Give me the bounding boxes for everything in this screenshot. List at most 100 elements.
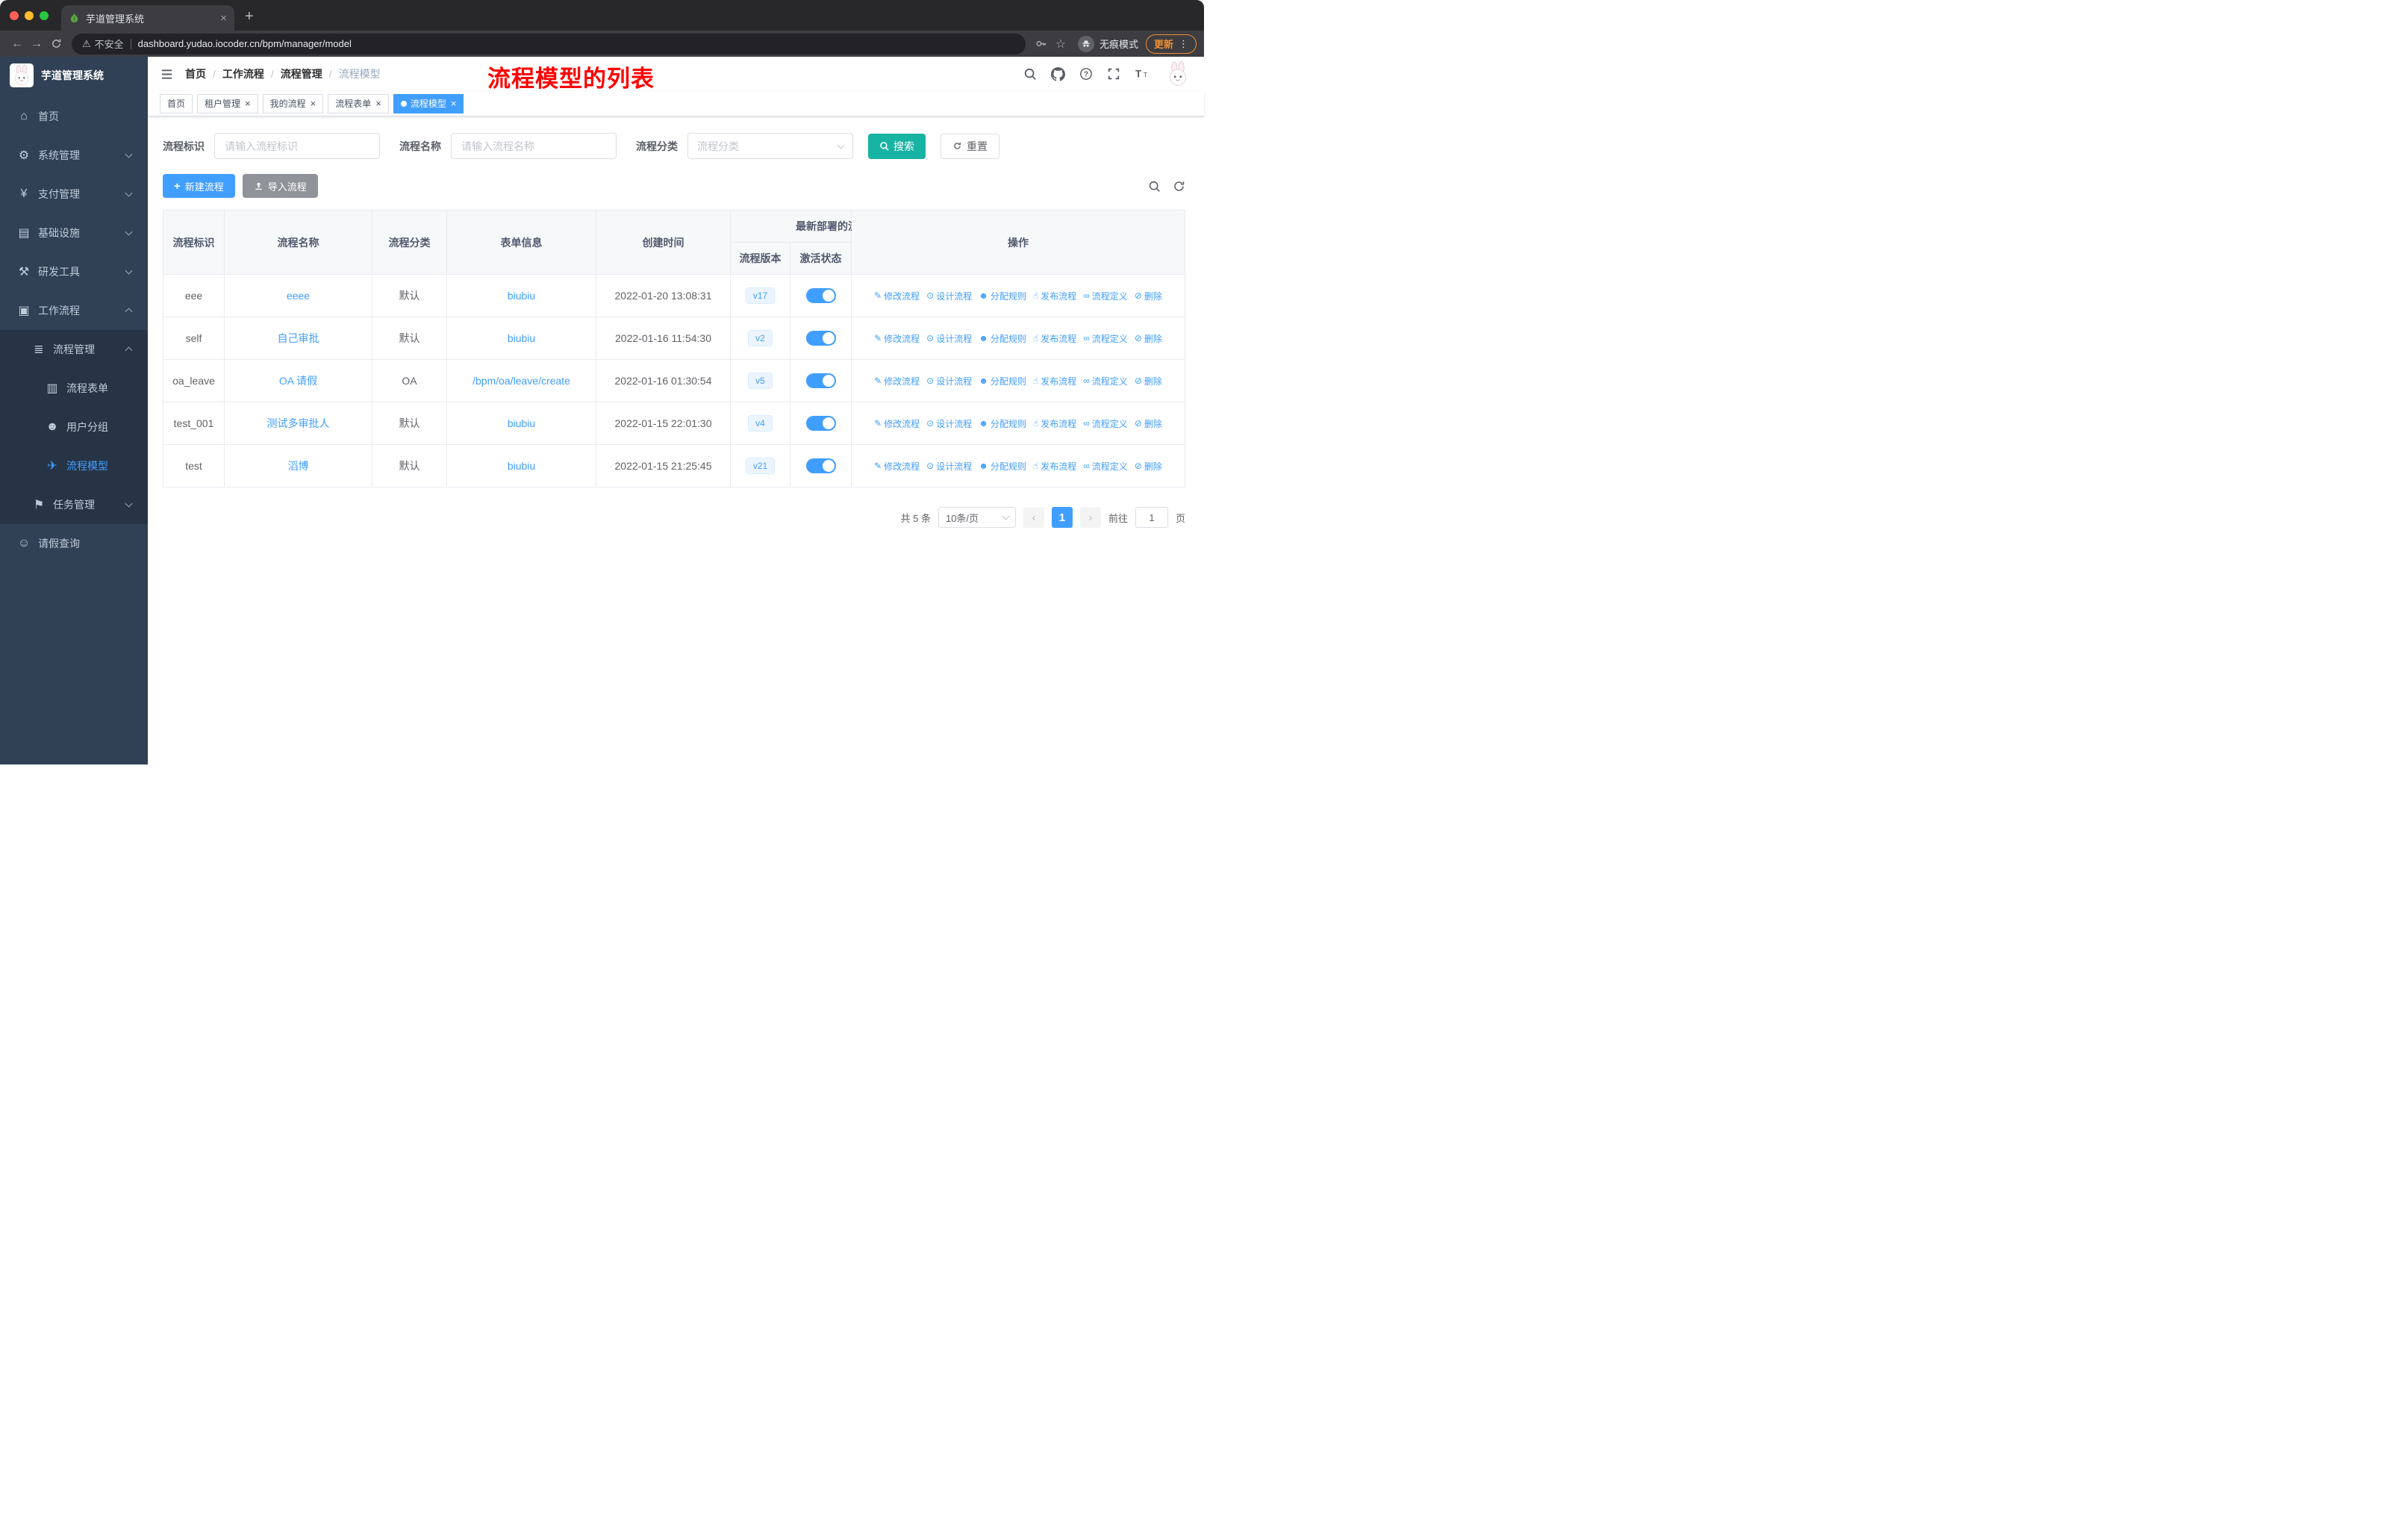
breadcrumb-item[interactable]: 流程管理 <box>281 66 322 81</box>
tag-close-icon[interactable]: × <box>311 98 316 109</box>
modify-process-link[interactable]: ✎ 修改流程 <box>874 290 920 302</box>
tag-close-icon[interactable]: × <box>375 98 381 109</box>
browser-menu-icon[interactable]: ⋮ <box>1179 38 1188 50</box>
form-info-link[interactable]: biubiu <box>508 290 535 302</box>
assign-rule-link[interactable]: ☻ 分配规则 <box>979 332 1026 345</box>
process-name-link[interactable]: 自己审批 <box>278 332 319 344</box>
sidebar-item-home[interactable]: ⌂ 首页 <box>0 97 148 136</box>
process-definition-link[interactable]: ∞ 流程定义 <box>1083 375 1128 387</box>
publish-process-link[interactable]: ☝ 发布流程 <box>1033 460 1076 473</box>
publish-process-link[interactable]: ☝ 发布流程 <box>1033 332 1076 345</box>
form-info-link[interactable]: /bpm/oa/leave/create <box>472 375 570 387</box>
modify-process-link[interactable]: ✎ 修改流程 <box>874 460 920 473</box>
back-icon[interactable]: ← <box>7 37 27 51</box>
font-size-icon[interactable]: TT <box>1135 67 1150 81</box>
sidebar-item-payment-management[interactable]: ¥ 支付管理 <box>0 175 148 214</box>
update-button[interactable]: 更新 ⋮ <box>1145 34 1197 54</box>
form-info-link[interactable]: biubiu <box>508 417 535 429</box>
status-toggle[interactable] <box>805 416 836 431</box>
process-definition-link[interactable]: ∞ 流程定义 <box>1083 290 1128 302</box>
reload-icon[interactable] <box>46 37 66 50</box>
table-refresh-icon[interactable] <box>1173 180 1185 193</box>
tag-my-process[interactable]: 我的流程 × <box>262 93 324 113</box>
publish-process-link[interactable]: ☝ 发布流程 <box>1033 417 1076 430</box>
page-1-button[interactable]: 1 <box>1051 507 1073 528</box>
new-tab-button[interactable]: + <box>245 8 254 25</box>
bookmark-star-icon[interactable]: ☆ <box>1051 37 1070 52</box>
form-info-link[interactable]: biubiu <box>508 460 535 472</box>
sidebar-item-devtools[interactable]: ⚒ 研发工具 <box>0 252 148 291</box>
sidebar-item-user-group[interactable]: ☻ 用户分组 <box>0 408 148 446</box>
search-button[interactable]: 搜索 <box>868 133 926 159</box>
address-bar[interactable]: ⚠ 不安全 dashboard.yudao.iocoder.cn/bpm/man… <box>72 33 1026 55</box>
process-name-link[interactable]: eeee <box>287 290 310 302</box>
delete-link[interactable]: ⊘ 删除 <box>1135 460 1162 473</box>
modify-process-link[interactable]: ✎ 修改流程 <box>874 375 920 387</box>
page-size-select[interactable]: 10条/页 <box>938 507 1016 528</box>
design-process-link[interactable]: ⊙ 设计流程 <box>926 290 972 302</box>
process-definition-link[interactable]: ∞ 流程定义 <box>1083 417 1128 430</box>
fullscreen-icon[interactable] <box>1107 67 1120 81</box>
sidebar-item-task-management[interactable]: ⚑ 任务管理 <box>0 485 148 524</box>
assign-rule-link[interactable]: ☻ 分配规则 <box>979 290 1026 302</box>
design-process-link[interactable]: ⊙ 设计流程 <box>926 417 972 430</box>
process-name-link[interactable]: 滔博 <box>288 460 309 472</box>
status-toggle[interactable] <box>805 331 836 346</box>
tag-home[interactable]: 首页 <box>160 93 193 113</box>
sidebar-item-process-form[interactable]: ▥ 流程表单 <box>0 369 148 408</box>
delete-link[interactable]: ⊘ 删除 <box>1135 417 1162 430</box>
github-icon[interactable] <box>1051 66 1065 81</box>
process-name-input[interactable] <box>451 133 617 159</box>
app-logo[interactable]: 芋道管理系统 <box>0 57 148 94</box>
process-id-input[interactable] <box>214 133 380 159</box>
sidebar-item-leave-query[interactable]: ☺ 请假查询 <box>0 524 148 563</box>
forward-icon[interactable]: → <box>27 37 46 51</box>
breadcrumb-item[interactable]: 首页 <box>185 66 206 81</box>
status-toggle[interactable] <box>805 288 836 303</box>
sidebar-item-infrastructure[interactable]: ▤ 基础设施 <box>0 214 148 252</box>
minimize-window-button[interactable] <box>25 11 34 20</box>
modify-process-link[interactable]: ✎ 修改流程 <box>874 417 920 430</box>
form-info-link[interactable]: biubiu <box>508 332 535 344</box>
close-window-button[interactable] <box>10 11 19 20</box>
status-toggle[interactable] <box>805 373 836 388</box>
security-warning-icon[interactable]: ⚠ <box>82 38 91 50</box>
sidebar-item-process-model[interactable]: ✈ 流程模型 <box>0 446 148 485</box>
tag-close-icon[interactable]: × <box>245 98 251 109</box>
tag-process-model[interactable]: 流程模型 × <box>393 93 464 113</box>
publish-process-link[interactable]: ☝ 发布流程 <box>1033 375 1076 387</box>
process-definition-link[interactable]: ∞ 流程定义 <box>1083 460 1128 473</box>
goto-page-input[interactable] <box>1135 507 1168 528</box>
publish-process-link[interactable]: ☝ 发布流程 <box>1033 290 1076 302</box>
hamburger-icon[interactable] <box>160 67 174 81</box>
design-process-link[interactable]: ⊙ 设计流程 <box>926 375 972 387</box>
create-process-button[interactable]: + 新建流程 <box>163 174 235 198</box>
tag-tenant[interactable]: 租户管理 × <box>197 93 258 113</box>
tab-close-icon[interactable]: × <box>220 12 227 25</box>
delete-link[interactable]: ⊘ 删除 <box>1135 332 1162 345</box>
process-category-select[interactable]: 流程分类 <box>687 133 853 159</box>
assign-rule-link[interactable]: ☻ 分配规则 <box>979 460 1026 473</box>
import-process-button[interactable]: 导入流程 <box>242 174 318 198</box>
table-search-icon[interactable] <box>1148 180 1161 193</box>
modify-process-link[interactable]: ✎ 修改流程 <box>874 332 920 345</box>
next-page-button[interactable]: › <box>1079 507 1101 528</box>
sidebar-item-system-management[interactable]: ⚙ 系统管理 <box>0 136 148 175</box>
reset-button[interactable]: 重置 <box>941 133 999 159</box>
browser-tab[interactable]: 芋道管理系统 × <box>61 5 234 31</box>
delete-link[interactable]: ⊘ 删除 <box>1135 375 1162 387</box>
password-key-icon[interactable] <box>1032 37 1051 50</box>
search-icon[interactable] <box>1023 67 1037 81</box>
assign-rule-link[interactable]: ☻ 分配规则 <box>979 375 1026 387</box>
user-avatar[interactable] <box>1164 60 1192 88</box>
zoom-window-button[interactable] <box>40 11 49 20</box>
assign-rule-link[interactable]: ☻ 分配规则 <box>979 417 1026 430</box>
url-text[interactable]: dashboard.yudao.iocoder.cn/bpm/manager/m… <box>138 38 352 49</box>
process-definition-link[interactable]: ∞ 流程定义 <box>1083 332 1128 345</box>
tag-close-icon[interactable]: × <box>451 98 457 109</box>
delete-link[interactable]: ⊘ 删除 <box>1135 290 1162 302</box>
status-toggle[interactable] <box>805 458 836 473</box>
design-process-link[interactable]: ⊙ 设计流程 <box>926 460 972 473</box>
breadcrumb-item[interactable]: 工作流程 <box>222 66 264 81</box>
tag-process-form[interactable]: 流程表单 × <box>328 93 389 113</box>
